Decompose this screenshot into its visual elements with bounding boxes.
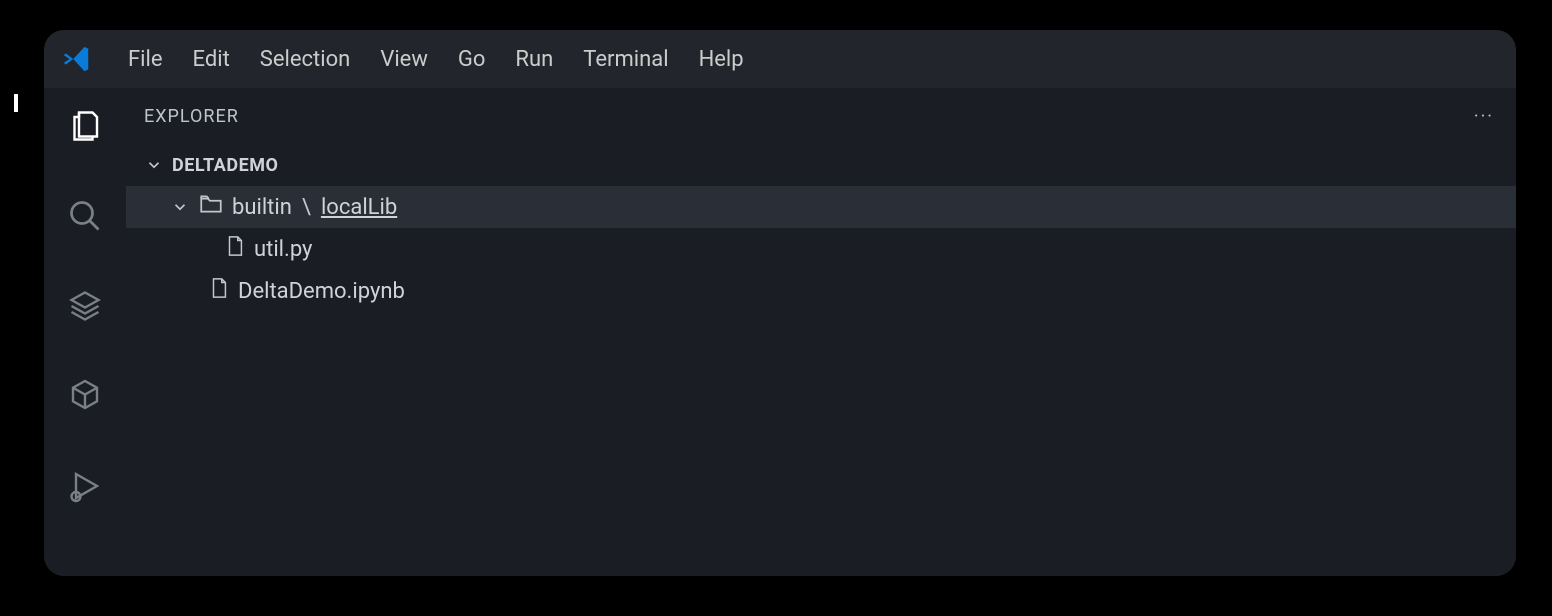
menu-selection[interactable]: Selection <box>260 47 351 72</box>
run-debug-icon[interactable] <box>65 466 105 506</box>
activity-bar <box>44 88 126 576</box>
tree-root[interactable]: DELTADEMO <box>126 144 1516 186</box>
body-area: EXPLORER ··· DELTADEMO <box>44 88 1516 576</box>
decorative-dash <box>14 94 18 112</box>
folder-name-label: localLib <box>321 195 397 220</box>
file-icon <box>208 276 230 306</box>
tree-file-deltademo[interactable]: DeltaDemo.ipynb <box>126 270 1516 312</box>
tree-folder-locallib[interactable]: builtin \ localLib <box>126 186 1516 228</box>
chevron-down-icon <box>144 155 164 175</box>
more-actions-icon[interactable]: ··· <box>1474 106 1494 127</box>
file-label: DeltaDemo.ipynb <box>238 279 405 304</box>
menu-help[interactable]: Help <box>699 47 744 72</box>
extensions-icon[interactable] <box>65 376 105 416</box>
menu-go[interactable]: Go <box>458 47 486 72</box>
menu-edit[interactable]: Edit <box>193 47 230 72</box>
title-bar: File Edit Selection View Go Run Terminal… <box>44 30 1516 88</box>
folder-prefix-label: builtin <box>232 195 292 220</box>
sidebar-header: EXPLORER ··· <box>126 88 1516 144</box>
file-label: util.py <box>254 237 312 262</box>
chevron-down-icon <box>170 197 190 217</box>
search-icon[interactable] <box>65 196 105 236</box>
menu-view[interactable]: View <box>380 47 428 72</box>
folder-open-icon <box>198 191 224 223</box>
explorer-sidebar: EXPLORER ··· DELTADEMO <box>126 88 1516 576</box>
file-tree: DELTADEMO builtin \ localLib <box>126 144 1516 576</box>
root-folder-label: DELTADEMO <box>172 155 278 176</box>
menu-terminal[interactable]: Terminal <box>583 47 668 72</box>
path-separator: \ <box>302 195 311 220</box>
explorer-icon[interactable] <box>65 106 105 146</box>
vscode-window: File Edit Selection View Go Run Terminal… <box>44 30 1516 576</box>
vscode-logo-icon <box>62 44 92 74</box>
menu-run[interactable]: Run <box>515 47 553 72</box>
tree-file-util[interactable]: util.py <box>126 228 1516 270</box>
sidebar-title: EXPLORER <box>144 106 239 127</box>
source-control-icon[interactable] <box>65 286 105 326</box>
menu-file[interactable]: File <box>128 47 163 72</box>
file-icon <box>224 234 246 264</box>
